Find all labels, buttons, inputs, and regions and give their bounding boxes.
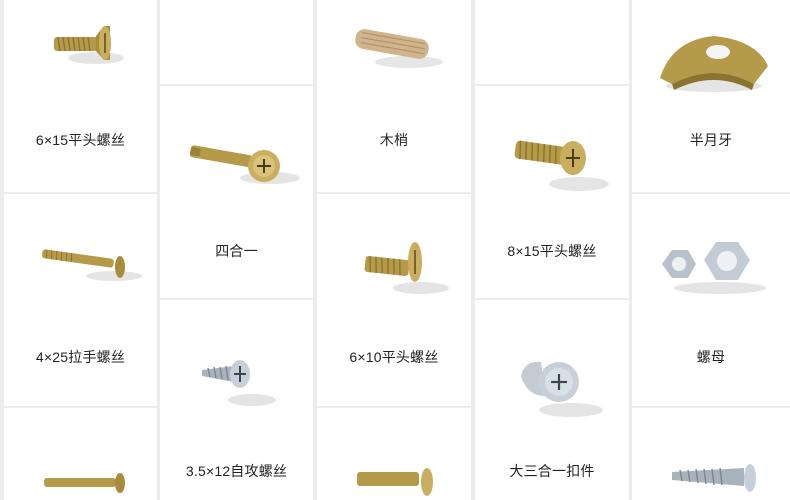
brass-screw-image [357, 468, 433, 496]
four-in-one-connector-image [189, 145, 300, 184]
product-card-bottom-left [4, 408, 157, 500]
flat-head-screw-6x10-image [364, 242, 449, 294]
product-card-empty-top-2 [475, 0, 629, 84]
product-label: 木梢 [379, 132, 409, 148]
product-card-empty-top [160, 0, 313, 84]
product-card-half-moon[interactable]: 半月牙 [632, 0, 790, 192]
product-card-big-three-in-one[interactable]: 大三合一扣件 [475, 300, 629, 500]
half-moon-nut-image [660, 36, 768, 92]
product-label: 四合一 [215, 243, 258, 259]
hardware-grid: 6×15平头螺丝 4×25拉手螺丝 四合一 3.5×12自攻螺丝 木梢 6×10… [0, 0, 790, 500]
pan-head-screw-8x15-image [514, 140, 609, 191]
product-card-nut[interactable]: 螺母 [632, 194, 790, 406]
product-card-bottom-mid [317, 408, 471, 500]
product-label: 3.5×12自攻螺丝 [185, 463, 288, 479]
product-label: 螺母 [696, 349, 726, 365]
product-card-8x15-flat-screw[interactable]: 8×15平头螺丝 [475, 86, 629, 298]
hex-nut-image [662, 242, 766, 294]
wood-screw-image [672, 464, 756, 492]
product-card-bottom-right [632, 408, 790, 500]
flat-head-screw-6x15-image [54, 26, 124, 64]
product-label: 半月牙 [689, 132, 733, 148]
product-card-6x10-flat-screw[interactable]: 6×10平头螺丝 [317, 194, 471, 406]
wood-dowel-image [355, 29, 443, 68]
product-label: 6×15平头螺丝 [35, 132, 126, 148]
product-label: 8×15平头螺丝 [507, 243, 597, 259]
product-label: 大三合一扣件 [509, 463, 595, 479]
product-card-3-5x12-self-tapping-screw[interactable]: 3.5×12自攻螺丝 [160, 300, 313, 500]
product-card-four-in-one[interactable]: 四合一 [160, 86, 313, 298]
product-card-6x15-flat-screw[interactable]: 6×15平头螺丝 [4, 0, 157, 192]
handle-screw-4x25-image [42, 249, 142, 281]
long-screw-image [44, 473, 125, 493]
product-card-4x25-handle-screw[interactable]: 4×25拉手螺丝 [4, 194, 157, 406]
product-label: 4×25拉手螺丝 [35, 349, 126, 365]
product-card-wood-dowel[interactable]: 木梢 [317, 0, 471, 192]
product-label: 6×10平头螺丝 [349, 349, 439, 365]
